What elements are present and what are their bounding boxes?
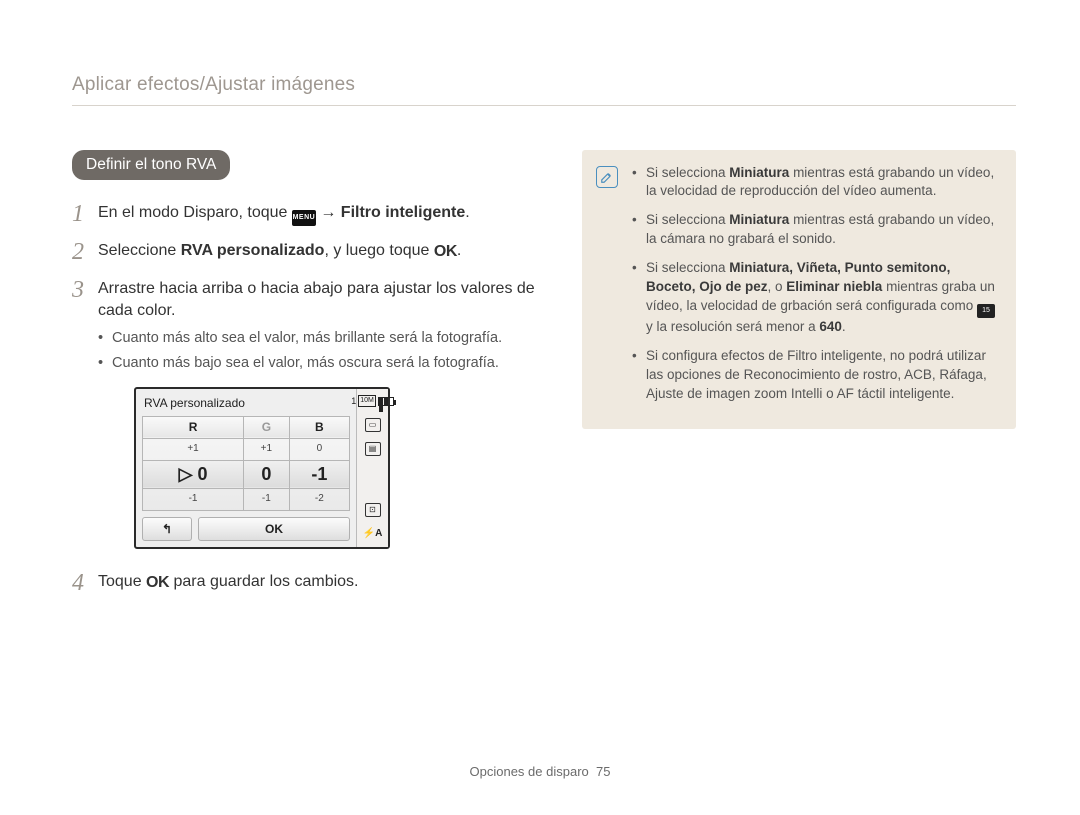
battery-icon (378, 397, 394, 406)
val: 0 (197, 464, 207, 484)
size-icon: ▭ (365, 418, 381, 432)
cell[interactable]: 0 (289, 438, 349, 460)
pencil-note-icon (596, 166, 618, 188)
step2-bold: RVA personalizado (181, 242, 325, 259)
page-footer: Opciones de disparo 75 (0, 763, 1080, 781)
col-b: B (289, 416, 349, 438)
step2-end: . (457, 242, 461, 259)
cell[interactable]: -1 (143, 488, 244, 510)
col-g: G (244, 416, 290, 438)
step1-bold: Filtro inteligente (341, 204, 465, 221)
note-item: Si selecciona Miniatura mientras está gr… (632, 211, 998, 249)
ok-icon: OK (434, 241, 457, 263)
step3-sub1: Cuanto más alto sea el valor, más brilla… (98, 328, 542, 348)
cell-selected[interactable]: -1 (289, 460, 349, 488)
back-button[interactable]: ↰ (142, 517, 192, 541)
page-number: 75 (596, 764, 610, 779)
cell[interactable]: -2 (289, 488, 349, 510)
step2-after: , y luego toque (324, 242, 433, 259)
screen-title: RVA personalizado (142, 393, 350, 416)
step3-text: Arrastre hacia arriba o hacia abajo para… (98, 278, 542, 323)
step1-text-before: En el modo Disparo, toque (98, 204, 292, 221)
note-callout: Si selecciona Miniatura mientras está gr… (582, 150, 1016, 430)
cell-selected[interactable]: 0 (244, 460, 290, 488)
note-item: Si selecciona Miniatura mientras está gr… (632, 164, 998, 202)
cell-selected[interactable]: ▷ 0 (143, 460, 244, 488)
note-item: Si selecciona Miniatura, Viñeta, Punto s… (632, 259, 998, 337)
mode-icon: ▤ (365, 442, 381, 456)
step3-sub2: Cuanto más bajo sea el valor, más oscura… (98, 353, 542, 373)
shot-count: 1 (351, 395, 356, 408)
step4-before: Toque (98, 573, 146, 590)
step-1: En el modo Disparo, toque MENU → Filtro … (72, 202, 542, 226)
section-pill: Definir el tono RVA (72, 150, 230, 181)
cell[interactable]: +1 (244, 438, 290, 460)
camera-screen: RVA personalizado R G B +1 (134, 387, 390, 549)
af-icon: ⊡ (365, 503, 381, 517)
footer-section: Opciones de disparo (470, 764, 589, 779)
triangle-right-icon: ▷ (179, 464, 193, 484)
col-r: R (143, 416, 244, 438)
ok-icon: OK (146, 572, 169, 594)
step-4: Toque OK para guardar los cambios. (72, 571, 542, 594)
ok-button[interactable]: OK (198, 517, 350, 541)
step2-text-before: Seleccione (98, 242, 181, 259)
flash-auto-icon: ⚡A (363, 527, 383, 541)
step-2: Seleccione RVA personalizado, y luego to… (72, 240, 542, 263)
step1-arrow: → (320, 204, 340, 221)
note-item: Si configura efectos de Filtro inteligen… (632, 347, 998, 404)
step1-end: . (465, 204, 469, 221)
step-3: Arrastre hacia arriba o hacia abajo para… (72, 278, 542, 549)
step4-after: para guardar los cambios. (174, 573, 359, 590)
cell[interactable]: -1 (244, 488, 290, 510)
menu-icon: MENU (292, 210, 316, 226)
rgb-table: R G B +1 +1 0 (142, 416, 350, 511)
breadcrumb: Aplicar efectos/Ajustar imágenes (72, 72, 1016, 106)
cell[interactable]: +1 (143, 438, 244, 460)
resolution-icon: 10M (358, 395, 376, 407)
framerate-icon: 15 (977, 304, 995, 318)
